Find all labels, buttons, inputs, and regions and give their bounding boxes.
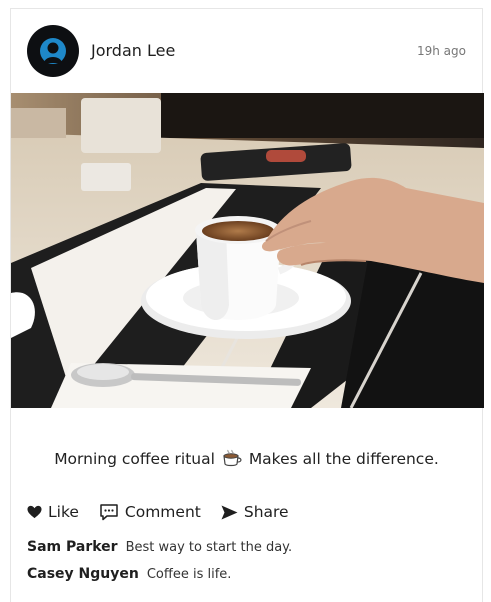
- comment-icon: [100, 504, 118, 521]
- coffee-photo: [11, 93, 484, 408]
- post-timestamp: 19h ago: [416, 44, 466, 58]
- share-label: Share: [243, 503, 289, 521]
- coffee-cup-icon: [222, 449, 242, 471]
- comment-author[interactable]: Sam Parker: [27, 539, 118, 555]
- like-button[interactable]: Like: [27, 503, 79, 521]
- comment-button[interactable]: Comment: [99, 503, 201, 521]
- heart-icon: [27, 505, 42, 519]
- avatar-silhouette-icon: [40, 38, 66, 64]
- post-caption: Morning coffee ritual Makes all the diff…: [11, 449, 482, 471]
- avatar[interactable]: [27, 25, 79, 77]
- comment-item: Casey Nguyen Coffee is life.: [27, 566, 467, 582]
- comment-label: Comment: [124, 503, 201, 521]
- like-label: Like: [48, 503, 79, 521]
- comment-text: Coffee is life.: [146, 567, 232, 582]
- comments-list: Sam Parker Best way to start the day. Cas…: [27, 539, 467, 593]
- post-card: Jordan Lee 19h ago Morning coffee ritual…: [10, 8, 484, 602]
- share-icon: [221, 505, 238, 519]
- share-button[interactable]: Share: [221, 503, 289, 521]
- comment-text: Best way to start the day.: [125, 540, 293, 555]
- caption-text-after: Makes all the difference.: [248, 450, 439, 468]
- post-header: Jordan Lee 19h ago: [11, 9, 482, 93]
- caption-text-before: Morning coffee ritual: [54, 450, 215, 468]
- comment-author[interactable]: Casey Nguyen: [27, 566, 139, 582]
- post-photo: [11, 93, 484, 408]
- author-name[interactable]: Jordan Lee: [91, 41, 175, 60]
- comment-item: Sam Parker Best way to start the day.: [27, 539, 467, 555]
- post-actions: Like Comment Share: [27, 503, 289, 521]
